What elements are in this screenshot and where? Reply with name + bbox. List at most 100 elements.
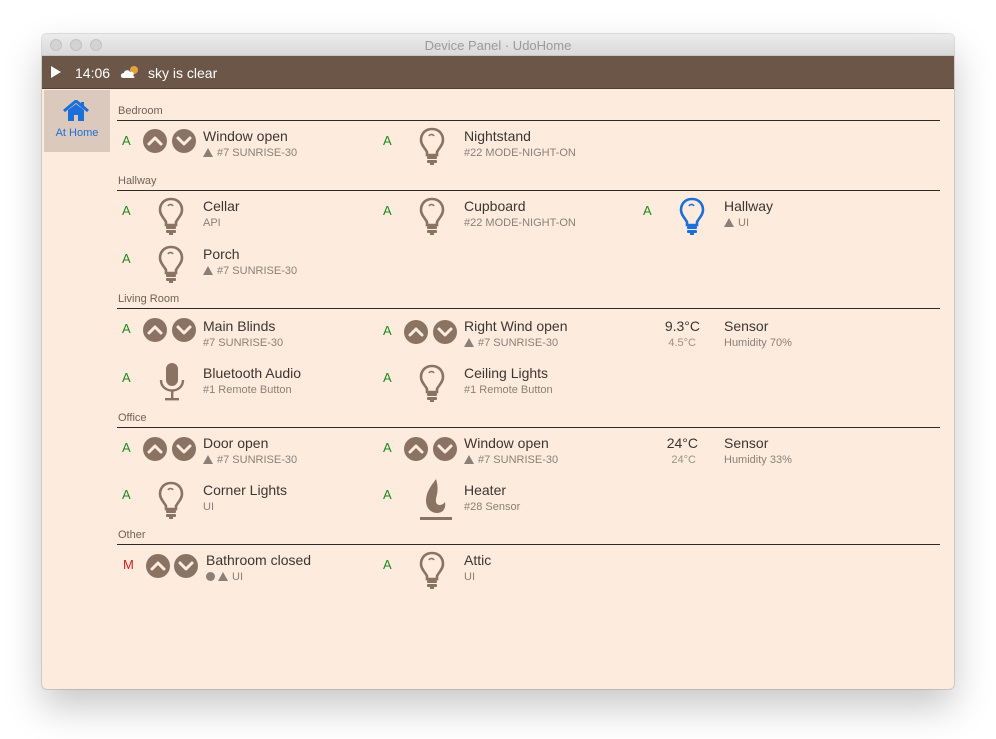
device-name[interactable]: Bluetooth Audio — [203, 365, 301, 381]
mode-toggle[interactable]: A — [643, 203, 652, 218]
warning-icon — [203, 266, 213, 275]
chevron-down-icon — [172, 437, 196, 461]
device-name[interactable]: Corner Lights — [203, 482, 287, 498]
mode-toggle[interactable]: A — [122, 251, 131, 266]
bulb-icon[interactable] — [419, 127, 445, 165]
sidebar-item-label: At Home — [55, 127, 99, 139]
device-source: UI — [464, 571, 475, 583]
device-source: #7 SUNRISE-30 — [203, 147, 297, 159]
mode-toggle[interactable]: M — [123, 557, 134, 572]
mode-toggle[interactable]: A — [122, 321, 131, 336]
device-name[interactable]: Attic — [464, 552, 491, 568]
section-title-living-room: Living Room — [118, 293, 180, 305]
device-name[interactable]: Window open — [464, 435, 549, 451]
warning-icon — [203, 455, 213, 464]
chevron-up-icon — [143, 318, 167, 342]
bulb-on-icon[interactable] — [679, 197, 705, 235]
up-button[interactable] — [143, 318, 167, 342]
sidebar-item-at-home[interactable]: At Home — [44, 90, 110, 152]
bulb-icon[interactable] — [158, 245, 184, 283]
mode-toggle[interactable]: A — [383, 133, 392, 148]
mode-toggle[interactable]: A — [383, 370, 392, 385]
device-source: UI — [203, 501, 214, 513]
device-name[interactable]: Sensor — [724, 435, 768, 451]
mode-toggle[interactable]: A — [383, 203, 392, 218]
chevron-up-icon — [404, 320, 428, 344]
warning-icon — [464, 338, 474, 347]
bulb-icon[interactable] — [419, 364, 445, 402]
section-divider — [117, 427, 940, 428]
chevron-down-icon — [174, 554, 198, 578]
mode-toggle[interactable]: A — [122, 487, 131, 502]
device-source: #7 SUNRISE-30 — [203, 454, 297, 466]
temperature-value: 24°C — [666, 435, 698, 451]
mode-toggle[interactable]: A — [383, 557, 392, 572]
flame-icon[interactable] — [418, 478, 454, 522]
down-button[interactable] — [433, 320, 457, 344]
mode-toggle[interactable]: A — [122, 370, 131, 385]
device-source: UI — [206, 571, 243, 583]
device-source: #28 Sensor — [464, 501, 521, 513]
section-title-office: Office — [118, 412, 147, 424]
device-name[interactable]: Heater — [464, 482, 506, 498]
bulb-icon[interactable] — [419, 551, 445, 589]
warning-icon — [203, 148, 213, 157]
microphone-icon[interactable] — [159, 362, 185, 402]
device-name[interactable]: Cellar — [203, 198, 240, 214]
bulb-icon[interactable] — [158, 481, 184, 519]
mode-toggle[interactable]: A — [383, 487, 392, 502]
device-name[interactable]: Main Blinds — [203, 318, 275, 334]
chevron-up-icon — [143, 129, 167, 153]
temperature-secondary: 24°C — [671, 454, 696, 466]
play-icon[interactable] — [51, 66, 61, 78]
device-source: API — [203, 217, 221, 229]
up-button[interactable] — [146, 554, 170, 578]
down-button[interactable] — [172, 129, 196, 153]
chevron-down-icon — [433, 320, 457, 344]
mode-toggle[interactable]: A — [122, 440, 131, 455]
device-source: #7 SUNRISE-30 — [464, 454, 558, 466]
chevron-up-icon — [143, 437, 167, 461]
mode-toggle[interactable]: A — [383, 440, 392, 455]
chevron-up-icon — [404, 437, 428, 461]
section-divider — [117, 120, 940, 121]
weather-icon — [120, 66, 138, 78]
up-button[interactable] — [143, 129, 167, 153]
down-button[interactable] — [172, 318, 196, 342]
device-name[interactable]: Porch — [203, 246, 240, 262]
warning-icon — [218, 572, 228, 581]
up-button[interactable] — [404, 437, 428, 461]
down-button[interactable] — [433, 437, 457, 461]
device-name[interactable]: Right Wind open — [464, 318, 568, 334]
chevron-down-icon — [433, 437, 457, 461]
section-title-bedroom: Bedroom — [118, 105, 163, 117]
device-name[interactable]: Hallway — [724, 198, 773, 214]
device-source: #1 Remote Button — [203, 384, 292, 396]
device-name[interactable]: Sensor — [724, 318, 768, 334]
device-name[interactable]: Window open — [203, 128, 288, 144]
up-button[interactable] — [143, 437, 167, 461]
up-button[interactable] — [404, 320, 428, 344]
section-title-other: Other — [118, 529, 146, 541]
mode-toggle[interactable]: A — [383, 323, 392, 338]
weather-text: sky is clear — [148, 65, 218, 81]
down-button[interactable] — [174, 554, 198, 578]
section-divider — [117, 190, 940, 191]
device-name[interactable]: Nightstand — [464, 128, 531, 144]
device-source: #7 SUNRISE-30 — [464, 337, 558, 349]
down-button[interactable] — [172, 437, 196, 461]
device-name[interactable]: Door open — [203, 435, 268, 451]
chevron-up-icon — [146, 554, 170, 578]
device-name[interactable]: Ceiling Lights — [464, 365, 548, 381]
device-source: #1 Remote Button — [464, 384, 553, 396]
mode-toggle[interactable]: A — [122, 133, 131, 148]
device-name[interactable]: Cupboard — [464, 198, 526, 214]
section-title-hallway: Hallway — [118, 175, 157, 187]
section-divider — [117, 544, 940, 545]
bulb-icon[interactable] — [419, 197, 445, 235]
mode-toggle[interactable]: A — [122, 203, 131, 218]
bulb-icon[interactable] — [158, 197, 184, 235]
warning-icon — [724, 218, 734, 227]
device-name[interactable]: Bathroom closed — [206, 552, 311, 568]
device-source: Humidity 33% — [724, 454, 792, 466]
